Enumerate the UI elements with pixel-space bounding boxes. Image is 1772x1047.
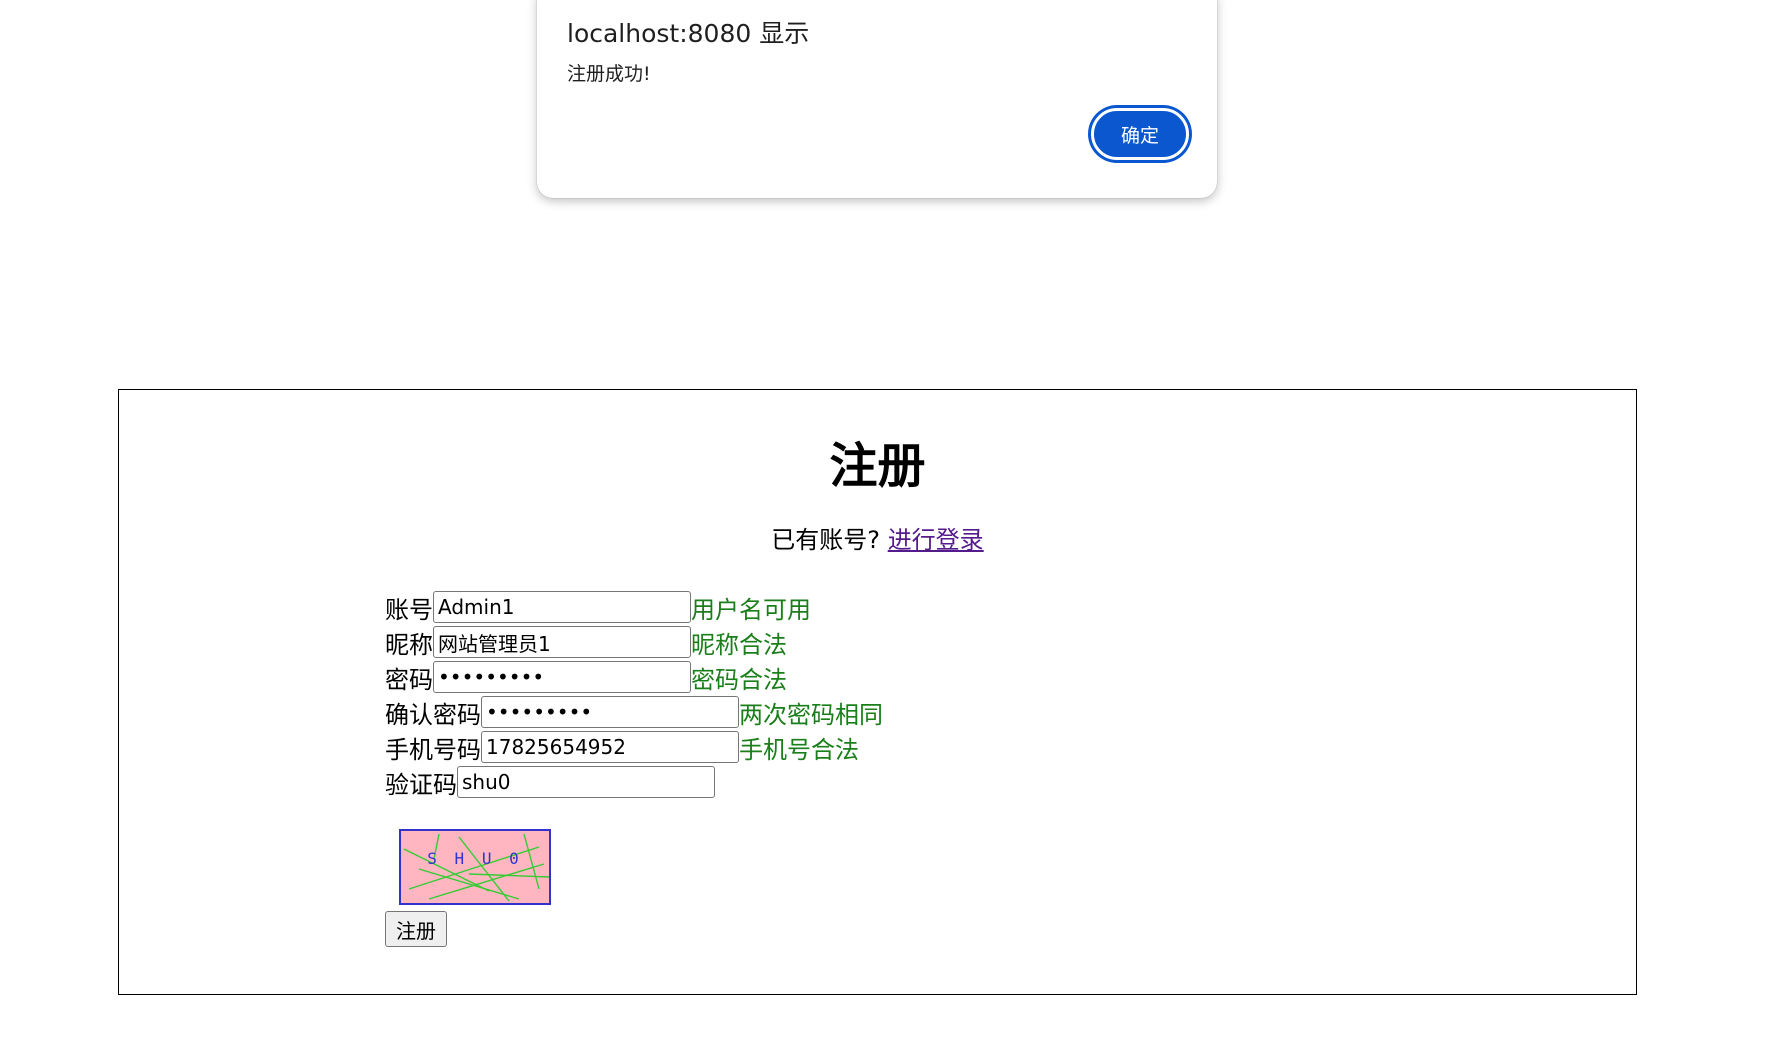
register-submit-button[interactable]: 注册 <box>385 911 447 947</box>
login-link[interactable]: 进行登录 <box>888 526 984 554</box>
account-row: 账号 用户名可用 <box>385 590 883 624</box>
password-input[interactable] <box>433 661 691 693</box>
captcha-row: 验证码 <box>385 765 883 799</box>
dialog-message: 注册成功! <box>567 63 651 85</box>
password-hint: 密码合法 <box>691 665 787 694</box>
password-row: 密码 密码合法 <box>385 660 883 694</box>
captcha-input[interactable] <box>457 766 715 798</box>
phone-hint: 手机号合法 <box>739 735 859 764</box>
captcha-text: S H U 0 <box>427 849 522 868</box>
dialog-title: localhost:8080 显示 <box>567 19 810 48</box>
captcha-label: 验证码 <box>385 770 457 799</box>
phone-row: 手机号码 手机号合法 <box>385 730 883 764</box>
nickname-input[interactable] <box>433 626 691 658</box>
account-label: 账号 <box>385 595 433 624</box>
captcha-image[interactable]: S H U 0 <box>399 829 551 905</box>
phone-label: 手机号码 <box>385 735 481 764</box>
confirm-password-input[interactable] <box>481 696 739 728</box>
alert-dialog: localhost:8080 显示 注册成功! 确定 <box>537 0 1217 198</box>
password-label: 密码 <box>385 665 433 694</box>
login-prompt-line: 已有账号? 进行登录 <box>119 520 1636 555</box>
confirm-password-row: 确认密码 两次密码相同 <box>385 695 883 729</box>
login-prompt: 已有账号? <box>771 526 881 554</box>
nickname-hint: 昵称合法 <box>691 630 787 659</box>
account-input[interactable] <box>433 591 691 623</box>
phone-input[interactable] <box>481 731 739 763</box>
register-panel: 注册 已有账号? 进行登录 账号 用户名可用 昵称 昵称合法 密码 密码合法 <box>118 389 1637 995</box>
dialog-ok-button[interactable]: 确定 <box>1091 108 1189 160</box>
confirm-password-hint: 两次密码相同 <box>739 700 883 729</box>
account-hint: 用户名可用 <box>691 595 811 624</box>
page: localhost:8080 显示 注册成功! 确定 注册 已有账号? 进行登录… <box>0 0 1772 1047</box>
nickname-label: 昵称 <box>385 630 433 659</box>
nickname-row: 昵称 昵称合法 <box>385 625 883 659</box>
confirm-password-label: 确认密码 <box>385 700 481 729</box>
register-form: 账号 用户名可用 昵称 昵称合法 密码 密码合法 确认密码 两次密码相同 手机号… <box>385 590 883 947</box>
page-title: 注册 <box>829 438 926 494</box>
